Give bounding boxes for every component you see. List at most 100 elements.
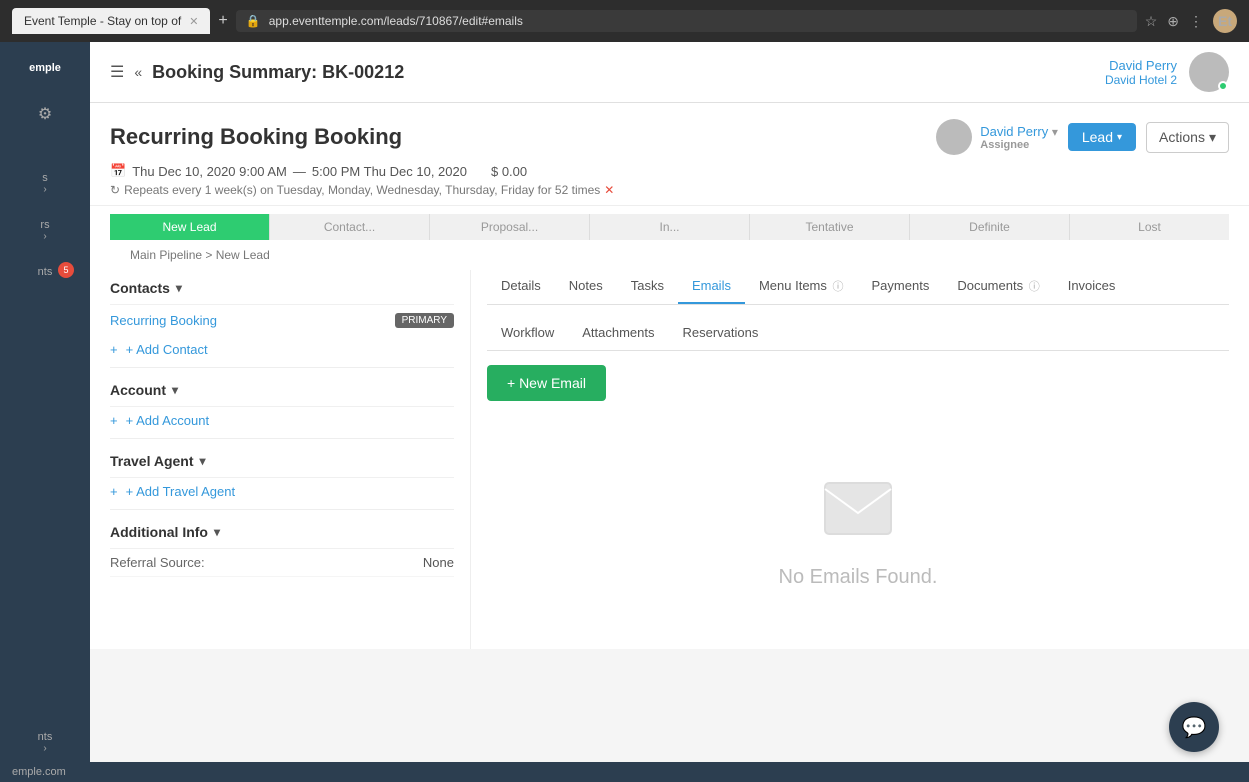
no-emails-text: No Emails Found. [779, 566, 938, 589]
menu-items-info-icon: ⓘ [833, 281, 844, 293]
tab-invoices[interactable]: Invoices [1054, 270, 1130, 304]
booking-date: 📅 Thu Dec 10, 2020 9:00 AM — 5:00 PM Thu… [110, 163, 467, 179]
tab-emails[interactable]: Emails [678, 270, 745, 304]
hamburger-icon[interactable]: ☰ [110, 62, 124, 82]
add-travel-agent-label: + Add Travel Agent [122, 484, 236, 499]
tab-close-icon[interactable]: ✕ [189, 15, 198, 28]
online-status-dot [1218, 81, 1228, 91]
header-hotel-name: David Hotel 2 [1105, 73, 1177, 87]
contact-item: Recurring Booking PRIMARY [110, 305, 454, 336]
new-email-button[interactable]: + New Email [487, 365, 606, 401]
pipeline-step-in[interactable]: In... [590, 214, 750, 240]
tab-menu-items[interactable]: Menu Items ⓘ [745, 270, 858, 304]
add-account-plus: + [110, 413, 118, 428]
pipeline-step-lost[interactable]: Lost [1070, 214, 1229, 240]
tab-payments[interactable]: Payments [858, 270, 944, 304]
pipeline-step-definite[interactable]: Definite [910, 214, 1070, 240]
pipeline-step-proposal[interactable]: Proposal... [430, 214, 590, 240]
browser-chrome: Event Temple - Stay on top of ✕ + 🔒 app.… [0, 0, 1249, 42]
repeat-remove-icon[interactable]: ✕ [604, 183, 614, 197]
add-travel-agent-plus: + [110, 484, 118, 499]
assignee-label: Assignee [980, 139, 1058, 151]
right-column: Details Notes Tasks Emails Menu Items [470, 270, 1229, 649]
add-contact-link[interactable]: + + Add Contact [110, 336, 454, 363]
booking-repeat: ↻ Repeats every 1 week(s) on Tuesday, Mo… [110, 183, 1229, 197]
referral-source-label: Referral Source: [110, 555, 205, 570]
main-content: ☰ « Booking Summary: BK-00212 David Perr… [90, 42, 1249, 776]
booking-title-actions: David Perry ▾ Assignee Lead ▾ Actions [936, 119, 1229, 155]
new-tab-button[interactable]: + [218, 12, 227, 30]
nav1-label: s [42, 172, 48, 184]
header-user-info: David Perry David Hotel 2 [1105, 58, 1177, 87]
sidebar-item-nav2[interactable]: rs › [0, 209, 90, 252]
sidebar-item-settings[interactable]: ⚙ [0, 94, 90, 134]
tab-documents[interactable]: Documents ⓘ [943, 270, 1053, 304]
booking-meta: 📅 Thu Dec 10, 2020 9:00 AM — 5:00 PM Thu… [110, 163, 1229, 179]
tabs-bar-row1: Details Notes Tasks Emails Menu Items [487, 270, 1229, 305]
assignee-avatar [936, 119, 972, 155]
lead-button[interactable]: Lead ▾ [1068, 123, 1136, 151]
add-account-label: + Add Account [122, 413, 209, 428]
add-account-link[interactable]: + + Add Account [110, 407, 454, 434]
sidebar: emple ⚙ s › rs › nts 5 nts › [0, 42, 90, 776]
referral-source-row: Referral Source: None [110, 549, 454, 577]
bookmark-icon[interactable]: ☆ [1145, 13, 1158, 30]
contacts-caret-icon: ▾ [176, 281, 182, 295]
additional-info-section-header[interactable]: Additional Info ▾ [110, 514, 454, 549]
booking-header: Recurring Booking Booking David Perry ▾ … [90, 103, 1249, 206]
pipeline-bar: New Lead Contact... Proposal... In... Te… [110, 214, 1229, 240]
contact-name[interactable]: Recurring Booking [110, 313, 217, 328]
tab-workflow[interactable]: Workflow [487, 317, 568, 350]
divider-3 [110, 509, 454, 510]
account-section-header[interactable]: Account ▾ [110, 372, 454, 407]
travel-agent-caret-icon: ▾ [200, 454, 206, 468]
chat-icon: 💬 [1182, 715, 1207, 740]
back-arrows-icon[interactable]: « [134, 64, 142, 80]
tab-details[interactable]: Details [487, 270, 555, 304]
travel-agent-label: Travel Agent [110, 453, 194, 469]
active-tab[interactable]: Event Temple - Stay on top of ✕ [12, 8, 210, 34]
booking-title-text: Recurring Booking Booking [110, 124, 402, 150]
no-emails-state: No Emails Found. [487, 421, 1229, 649]
tab-attachments[interactable]: Attachments [568, 317, 668, 350]
lead-caret-icon: ▾ [1117, 132, 1122, 143]
tab-tasks[interactable]: Tasks [617, 270, 678, 304]
sidebar-item-bottom[interactable]: nts › [0, 721, 90, 764]
browser-actions: ☆ ⊕ ⋮ Et [1145, 9, 1237, 33]
booking-amount: $ 0.00 [491, 164, 527, 179]
chevron-right-icon: › [43, 184, 46, 195]
address-bar[interactable]: 🔒 app.eventtemple.com/leads/710867/edit#… [236, 10, 1137, 32]
sidebar-item-nav1[interactable]: s › [0, 162, 90, 205]
assignee-block: David Perry ▾ Assignee [936, 119, 1058, 155]
avatar [1189, 52, 1229, 92]
browser-avatar: Et [1213, 9, 1237, 33]
chat-button[interactable]: 💬 [1169, 702, 1219, 752]
chevron-right-icon-2: › [43, 231, 46, 242]
assignee-info: David Perry ▾ Assignee [980, 124, 1058, 151]
nav2-label: rs [40, 219, 49, 231]
actions-caret-icon: ▾ [1209, 129, 1216, 146]
tab-title: Event Temple - Stay on top of [24, 14, 181, 28]
sidebar-item-nav3[interactable]: nts 5 [0, 256, 90, 288]
divider-2 [110, 438, 454, 439]
gear-icon: ⚙ [38, 104, 52, 124]
divider-1 [110, 367, 454, 368]
add-contact-label: + Add Contact [122, 342, 208, 357]
tab-notes[interactable]: Notes [555, 270, 617, 304]
tab-reservations[interactable]: Reservations [668, 317, 772, 350]
pipeline-step-contact[interactable]: Contact... [270, 214, 430, 240]
pipeline-step-new-lead[interactable]: New Lead [110, 214, 270, 240]
assignee-dropdown-icon[interactable]: ▾ [1052, 125, 1058, 139]
contacts-section-header[interactable]: Contacts ▾ [110, 270, 454, 305]
travel-agent-section-header[interactable]: Travel Agent ▾ [110, 443, 454, 478]
extension-icon[interactable]: ⊕ [1167, 13, 1179, 30]
add-travel-agent-link[interactable]: + + Add Travel Agent [110, 478, 454, 505]
settings-icon[interactable]: ⋮ [1189, 13, 1203, 30]
calendar-icon: 📅 [110, 163, 126, 179]
add-contact-plus: + [110, 342, 118, 357]
actions-button[interactable]: Actions ▾ [1146, 122, 1229, 153]
contacts-label: Contacts [110, 280, 170, 296]
page-title: Booking Summary: BK-00212 [152, 62, 404, 83]
lock-icon: 🔒 [246, 14, 261, 28]
pipeline-step-tentative[interactable]: Tentative [750, 214, 910, 240]
